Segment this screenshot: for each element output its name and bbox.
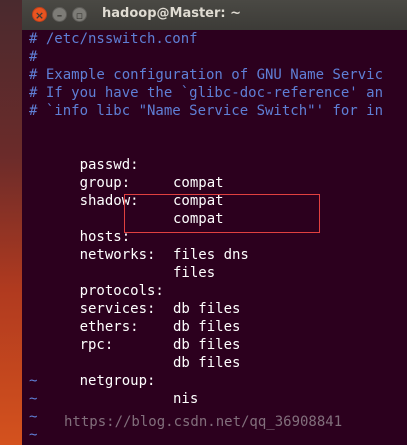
config-entry-shadow: shadow: compat [29, 174, 224, 227]
maximize-icon[interactable]: ▫ [72, 7, 87, 22]
empty-line-marker: ~ [29, 427, 38, 443]
title-bar[interactable]: × – ▫ hadoop@Master: ~ [22, 0, 407, 30]
empty-line-marker: ~ [29, 409, 38, 425]
config-value: db files [173, 301, 241, 317]
terminal-window: × – ▫ hadoop@Master: ~ # /etc/nsswitch.c… [0, 0, 407, 445]
desktop-background [0, 0, 22, 445]
empty-line-marker: ~ [29, 373, 38, 389]
config-value: db files [173, 319, 241, 335]
comment-line: # [29, 49, 38, 65]
config-entry-ethers: ethers: db files [29, 300, 241, 353]
config-entry-group: group: compat [29, 156, 224, 209]
config-entry-passwd: passwd: compat [29, 138, 224, 191]
config-entry-netgroup: netgroup: nis [29, 354, 199, 407]
minimize-icon[interactable]: – [52, 7, 67, 22]
config-key: rpc: [79, 337, 114, 353]
close-icon[interactable]: × [32, 7, 47, 22]
window-title: hadoop@Master: ~ [102, 6, 242, 21]
empty-line-marker: ~ [29, 391, 38, 407]
comment-line: # Example configuration of GNU Name Serv… [29, 67, 384, 83]
config-key: networks: [79, 247, 156, 263]
config-value: db files [173, 337, 241, 353]
config-entry-hosts: hosts: files dns [29, 210, 249, 263]
watermark: https://blog.csdn.net/qq_36908841 [64, 414, 343, 430]
config-value: db files [173, 355, 241, 371]
config-value: nis [173, 391, 199, 407]
comment-line: # If you have the `glibc-doc-reference' … [29, 85, 384, 101]
config-entry-rpc: rpc: db files [29, 318, 241, 371]
config-entry-services: services: db files [29, 282, 241, 335]
config-value: files dns [173, 247, 249, 263]
config-entry-protocols: protocols: db files [29, 264, 241, 317]
config-value: files [173, 265, 216, 281]
config-value: compat [173, 175, 224, 191]
annotation-highlight-box [124, 194, 320, 233]
terminal-content[interactable]: # /etc/nsswitch.conf # # Example configu… [22, 30, 407, 445]
config-key: netgroup: [79, 373, 156, 389]
comment-line: # /etc/nsswitch.conf [29, 31, 198, 47]
comment-line: # `info libc "Name Service Switch"' for … [29, 103, 384, 119]
